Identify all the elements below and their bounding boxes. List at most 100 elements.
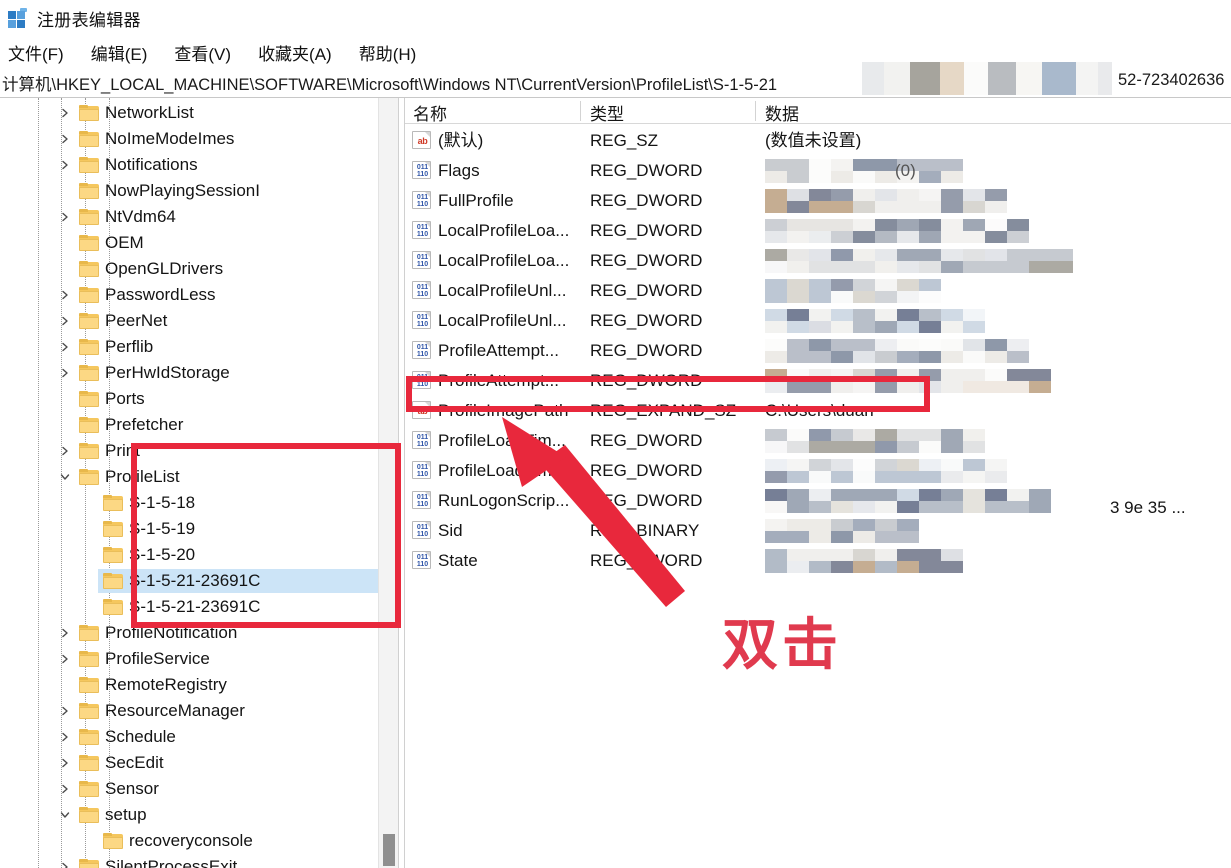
value-row[interactable]: 011 110 LocalProfileLoa... REG_DWORD [405, 246, 1231, 276]
tree-item-perflib[interactable]: Perflib [0, 334, 378, 360]
tree-item-label: ProfileList [105, 467, 180, 486]
chevron-right-icon[interactable] [57, 781, 73, 797]
tree-item-ports[interactable]: Ports [0, 386, 378, 412]
chevron-right-icon[interactable] [57, 729, 73, 745]
tree-item-s-1-5-18[interactable]: S-1-5-18 [0, 490, 378, 516]
tree-item-sensor[interactable]: Sensor [0, 776, 378, 802]
chevron-right-icon[interactable] [57, 287, 73, 303]
menu-help[interactable]: 帮助(H) [359, 40, 417, 65]
value-name: LocalProfileLoa... [438, 221, 570, 240]
tree-item-label: NowPlayingSessionI [105, 181, 260, 200]
menu-edit[interactable]: 编辑(E) [91, 40, 148, 65]
tree-scrollbar[interactable] [378, 98, 398, 868]
value-name: State [438, 551, 478, 570]
tree-item-recoveryconsole[interactable]: recoveryconsole [0, 828, 378, 854]
tree-item-s-1-5-20[interactable]: S-1-5-20 [0, 542, 378, 568]
chevron-right-icon[interactable] [57, 443, 73, 459]
value-row[interactable]: 011 110 ProfileLoadTim... REG_DWORD [405, 426, 1231, 456]
column-header-name[interactable]: 名称 [413, 100, 447, 125]
folder-icon [79, 287, 99, 303]
tree-item-silentprocessexit[interactable]: SilentProcessExit [0, 854, 378, 868]
tree-item-noimemodeimes[interactable]: NoImeModeImes [0, 126, 378, 152]
tree-item-label: setup [105, 805, 147, 824]
tree-item-perhwidstorage[interactable]: PerHwIdStorage [0, 360, 378, 386]
tree-item-remoteregistry[interactable]: RemoteRegistry [0, 672, 378, 698]
value-row[interactable]: 011 110 RunLogonScrip... REG_DWORD [405, 486, 1231, 516]
tree-item-opengldrivers[interactable]: OpenGLDrivers [0, 256, 378, 282]
value-type: REG_DWORD [590, 551, 703, 570]
value-row[interactable]: 011 110 LocalProfileLoa... REG_DWORD [405, 216, 1231, 246]
tree-item-label: Sensor [105, 779, 159, 798]
value-row[interactable]: 011 110 LocalProfileUnl... REG_DWORD [405, 306, 1231, 336]
tree-item-notifications[interactable]: Notifications [0, 152, 378, 178]
tree-item-secedit[interactable]: SecEdit [0, 750, 378, 776]
tree-item-nowplayingsessioni[interactable]: NowPlayingSessionI [0, 178, 378, 204]
chevron-down-icon[interactable] [57, 807, 73, 823]
tree-item-s-1-5-21-23691c[interactable]: S-1-5-21-23691C [0, 568, 378, 594]
dword-value-icon: 011 110 [412, 281, 431, 299]
chevron-right-icon[interactable] [57, 313, 73, 329]
tree-item-prefetcher[interactable]: Prefetcher [0, 412, 378, 438]
chevron-right-icon[interactable] [57, 755, 73, 771]
value-type: REG_DWORD [590, 431, 703, 450]
double-click-annotation: 双击 [722, 613, 842, 676]
value-row[interactable]: 011 110 ProfileLoadTim... REG_DWORD [405, 456, 1231, 486]
column-header-data[interactable]: 数据 [765, 100, 799, 125]
pane-splitter[interactable] [398, 98, 405, 868]
tree-item-label: S-1-5-19 [129, 519, 196, 538]
folder-icon [79, 417, 99, 433]
tree-item-profileservice[interactable]: ProfileService [0, 646, 378, 672]
tree-item-print[interactable]: Print [0, 438, 378, 464]
tree-item-label: ProfileNotification [105, 623, 238, 642]
value-row[interactable]: 011 110 ProfileAttempt... REG_DWORD [405, 336, 1231, 366]
value-list-pane[interactable]: 名称 类型 数据 ab (默认) REG_SZ (数值未设置) 011 110 Flags R… [405, 98, 1231, 868]
dword-value-icon: 011 110 [412, 431, 431, 449]
value-name: ProfileImagePath [438, 401, 569, 420]
folder-icon [79, 677, 99, 693]
menu-file[interactable]: 文件(F) [8, 40, 64, 65]
value-list-header: 名称 类型 数据 [405, 98, 1231, 124]
chevron-right-icon[interactable] [57, 651, 73, 667]
chevron-right-icon[interactable] [57, 703, 73, 719]
value-row[interactable]: 011 110 Sid REG_BINARY [405, 516, 1231, 546]
chevron-right-icon[interactable] [57, 105, 73, 121]
chevron-right-icon[interactable] [57, 365, 73, 381]
tree-item-s-1-5-19[interactable]: S-1-5-19 [0, 516, 378, 542]
tree-item-label: PerHwIdStorage [105, 363, 230, 382]
censored-data-blur [765, 339, 1029, 363]
chevron-right-icon[interactable] [57, 209, 73, 225]
tree-item-oem[interactable]: OEM [0, 230, 378, 256]
tree-item-ntvdm64[interactable]: NtVdm64 [0, 204, 378, 230]
column-header-type[interactable]: 类型 [590, 100, 624, 125]
value-row[interactable]: ab ProfileImagePath REG_EXPAND_SZ C:\Users\… [405, 396, 1231, 426]
registry-tree-pane[interactable]: NetworkList NoImeModeImes Notifications Now… [0, 98, 378, 868]
tree-item-profilenotification[interactable]: ProfileNotification [0, 620, 378, 646]
value-row[interactable]: ab (默认) REG_SZ (数值未设置) [405, 126, 1231, 156]
chevron-right-icon[interactable] [57, 157, 73, 173]
tree-item-peernet[interactable]: PeerNet [0, 308, 378, 334]
tree-scrollbar-thumb[interactable] [383, 834, 395, 866]
value-name: LocalProfileUnl... [438, 281, 567, 300]
value-type: REG_DWORD [590, 251, 703, 270]
tree-item-networklist[interactable]: NetworkList [0, 100, 378, 126]
tree-item-schedule[interactable]: Schedule [0, 724, 378, 750]
chevron-right-icon[interactable] [57, 339, 73, 355]
chevron-right-icon[interactable] [57, 859, 73, 868]
menu-view[interactable]: 查看(V) [174, 40, 231, 65]
value-row[interactable]: 011 110 LocalProfileUnl... REG_DWORD [405, 276, 1231, 306]
address-path-end: 52-723402636 [1118, 71, 1225, 89]
value-row[interactable]: 011 110 FullProfile REG_DWORD [405, 186, 1231, 216]
chevron-right-icon[interactable] [57, 131, 73, 147]
tree-item-resourcemanager[interactable]: ResourceManager [0, 698, 378, 724]
registry-editor-window: 注册表编辑器 文件(F) 编辑(E) 查看(V) 收藏夹(A) 帮助(H) 计算… [0, 0, 1231, 868]
tree-item-profilelist[interactable]: ProfileList [0, 464, 378, 490]
value-row[interactable]: 011 110 ProfileAttempt... REG_DWORD [405, 366, 1231, 396]
chevron-right-icon[interactable] [57, 625, 73, 641]
chevron-down-icon[interactable] [57, 469, 73, 485]
value-row[interactable]: 011 110 Flags REG_DWORD (0) [405, 156, 1231, 186]
tree-item-setup[interactable]: setup [0, 802, 378, 828]
menu-favorites[interactable]: 收藏夹(A) [258, 40, 332, 65]
value-row[interactable]: 011 110 State REG_DWORD [405, 546, 1231, 576]
tree-item-s-1-5-21-23691c[interactable]: S-1-5-21-23691C [0, 594, 378, 620]
tree-item-passwordless[interactable]: PasswordLess [0, 282, 378, 308]
